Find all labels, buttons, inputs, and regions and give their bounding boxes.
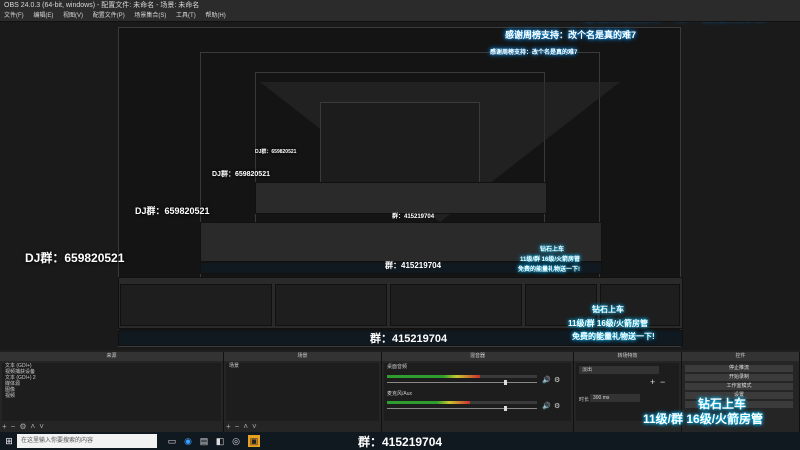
stop-streaming-button[interactable]: 停止推流	[685, 365, 793, 372]
controls-dock-title: 控件	[682, 352, 799, 361]
diamond-overlay-nested: 钻石上车	[592, 305, 624, 314]
menu-profile[interactable]: 配置文件(P)	[93, 13, 125, 19]
taskbar-search-input[interactable]: 在这里输入你要搜索的内容	[17, 434, 157, 448]
studio-mode-button[interactable]: 工作室模式	[685, 383, 793, 390]
dj-group-overlay: DJ群：659820521	[25, 251, 125, 265]
move-up-icon[interactable]: ˄	[31, 422, 36, 431]
remove-icon[interactable]: −	[235, 422, 240, 431]
gift-overlay-nested: 免费的能量礼物送一下!	[572, 332, 655, 341]
dj-group-overlay-nested: DJ群：659820521	[135, 206, 210, 216]
menu-file[interactable]: 文件(F)	[4, 13, 24, 19]
volume-fader[interactable]	[387, 408, 537, 409]
preview-canvas[interactable]: 感谢周榜支持：改个名是真的难7 感谢周榜支持：改个名是真的难7 感谢周榜支持：改…	[0, 22, 800, 350]
qun-overlay-nested-2: 群：415219704	[385, 261, 442, 270]
dock-area: 来源 文本 (GDI+) 视频捕获设备 文本 (GDI+) 2 媒体源 图像 视…	[0, 352, 800, 432]
transition-select[interactable]: 淡出	[579, 366, 659, 374]
sources-dock-title: 来源	[0, 352, 223, 361]
mixer-channel-name: 桌面音频	[387, 364, 408, 370]
browser-icon[interactable]: ◉	[182, 435, 194, 447]
window-titlebar: OBS 24.0.3 (64-bit, windows) - 配置文件: 未命名…	[0, 0, 800, 11]
volume-fader[interactable]	[387, 382, 537, 383]
speaker-icon[interactable]: 🔊	[542, 402, 551, 410]
qun-overlay: 群：415219704	[358, 435, 443, 449]
menu-view[interactable]: 视图(V)	[63, 13, 83, 19]
scenes-dock: 场景 场景 + − ˄ ˅	[224, 352, 382, 432]
scenes-toolbar: + − ˄ ˅	[226, 422, 261, 431]
sources-toolbar: + − ⚙ ˄ ˅	[2, 422, 48, 431]
add-icon[interactable]: +	[226, 422, 231, 431]
menu-help[interactable]: 帮助(H)	[205, 13, 225, 19]
task-view-icon[interactable]: ▭	[166, 435, 178, 447]
move-down-icon[interactable]: ˅	[39, 422, 44, 431]
windows-start-icon[interactable]: ⊞	[3, 435, 15, 447]
thanks-banner: 感谢周榜支持：改个名是真的难7	[583, 22, 772, 23]
file-explorer-icon[interactable]: ▤	[198, 435, 210, 447]
menu-scene-collection[interactable]: 场景集合(S)	[134, 13, 166, 19]
duration-input[interactable]: 300 ms	[590, 394, 640, 402]
gear-icon[interactable]: ⚙	[554, 376, 560, 384]
add-icon[interactable]: +	[2, 422, 7, 431]
volume-fader-knob[interactable]	[504, 406, 507, 411]
add-icon[interactable]: +	[650, 377, 655, 387]
window-title: OBS 24.0.3 (64-bit, windows) - 配置文件: 未命名…	[4, 2, 200, 9]
speaker-icon[interactable]: 🔊	[542, 376, 551, 384]
scene-item[interactable]: 场景	[226, 363, 379, 369]
volume-fader-knob[interactable]	[504, 380, 507, 385]
dj-group-overlay-nested-2: DJ群：659820521	[212, 171, 270, 178]
levels-overlay-nested-2: 11级/群 16级/火箭房管	[520, 257, 581, 263]
sources-list: 文本 (GDI+) 视频捕获设备 文本 (GDI+) 2 媒体源 图像 视频	[2, 363, 221, 421]
source-item[interactable]: 视频	[2, 393, 221, 399]
obs-icon[interactable]: ◎	[230, 435, 242, 447]
menu-bar: 文件(F) 编辑(E) 视图(V) 配置文件(P) 场景集合(S) 工具(T) …	[0, 11, 800, 22]
nested-docks-level-3	[255, 182, 547, 214]
live-app-icon[interactable]: ▣	[248, 435, 260, 447]
thanks-banner-nested-2: 感谢周榜支持：改个名是真的难7	[490, 50, 578, 56]
dj-group-overlay-nested-3: DJ群：659820521	[255, 149, 297, 155]
level-meter	[387, 375, 480, 378]
nested-scenes-panel	[275, 284, 387, 326]
level-meter	[387, 401, 470, 404]
remove-icon[interactable]: −	[660, 377, 665, 387]
mixer-channel-name: 麦克风/Aux	[387, 391, 413, 397]
levels-overlay-nested: 11级/群 16级/火箭房管	[568, 319, 649, 328]
menu-tools[interactable]: 工具(T)	[176, 13, 196, 19]
duration-label: 时长	[579, 397, 590, 403]
transitions-dock-title: 转场特效	[574, 352, 681, 361]
sources-dock: 来源 文本 (GDI+) 视频捕获设备 文本 (GDI+) 2 媒体源 图像 视…	[0, 352, 224, 432]
start-recording-button[interactable]: 开始录制	[685, 374, 793, 381]
gear-icon[interactable]: ⚙	[554, 402, 560, 410]
mixer-dock: 混音器 桌面音频 🔊 ⚙ 麦克风/Aux 🔊 ⚙	[382, 352, 574, 432]
levels-overlay: 11级/群 16级/火箭房管	[643, 412, 764, 426]
nested-mixer-panel	[390, 284, 522, 326]
qun-overlay-nested: 群：415219704	[370, 333, 448, 345]
scenes-list: 场景	[226, 363, 379, 421]
qun-overlay-nested-3: 群：415219704	[392, 214, 435, 220]
scenes-dock-title: 场景	[224, 352, 381, 361]
remove-icon[interactable]: −	[11, 422, 16, 431]
mixer-body: 桌面音频 🔊 ⚙ 麦克风/Aux 🔊 ⚙	[384, 363, 571, 421]
gear-icon[interactable]: ⚙	[19, 422, 26, 431]
taskbar: ⊞ 在这里输入你要搜索的内容 ▭ ◉ ▤ ◧ ◎ ▣ 群：415219704	[0, 432, 800, 450]
mixer-dock-title: 混音器	[382, 352, 573, 361]
diamond-overlay-nested-2: 钻石上车	[540, 247, 565, 253]
menu-edit[interactable]: 编辑(E)	[33, 13, 53, 19]
move-down-icon[interactable]: ˅	[252, 422, 257, 431]
app-icon[interactable]: ◧	[214, 435, 226, 447]
thanks-banner-nested: 感谢周榜支持：改个名是真的难7	[505, 30, 637, 40]
move-up-icon[interactable]: ˄	[243, 422, 248, 431]
gift-overlay-nested-2: 免费的能量礼物送一下!	[518, 267, 580, 273]
nested-sources-panel	[120, 284, 272, 326]
